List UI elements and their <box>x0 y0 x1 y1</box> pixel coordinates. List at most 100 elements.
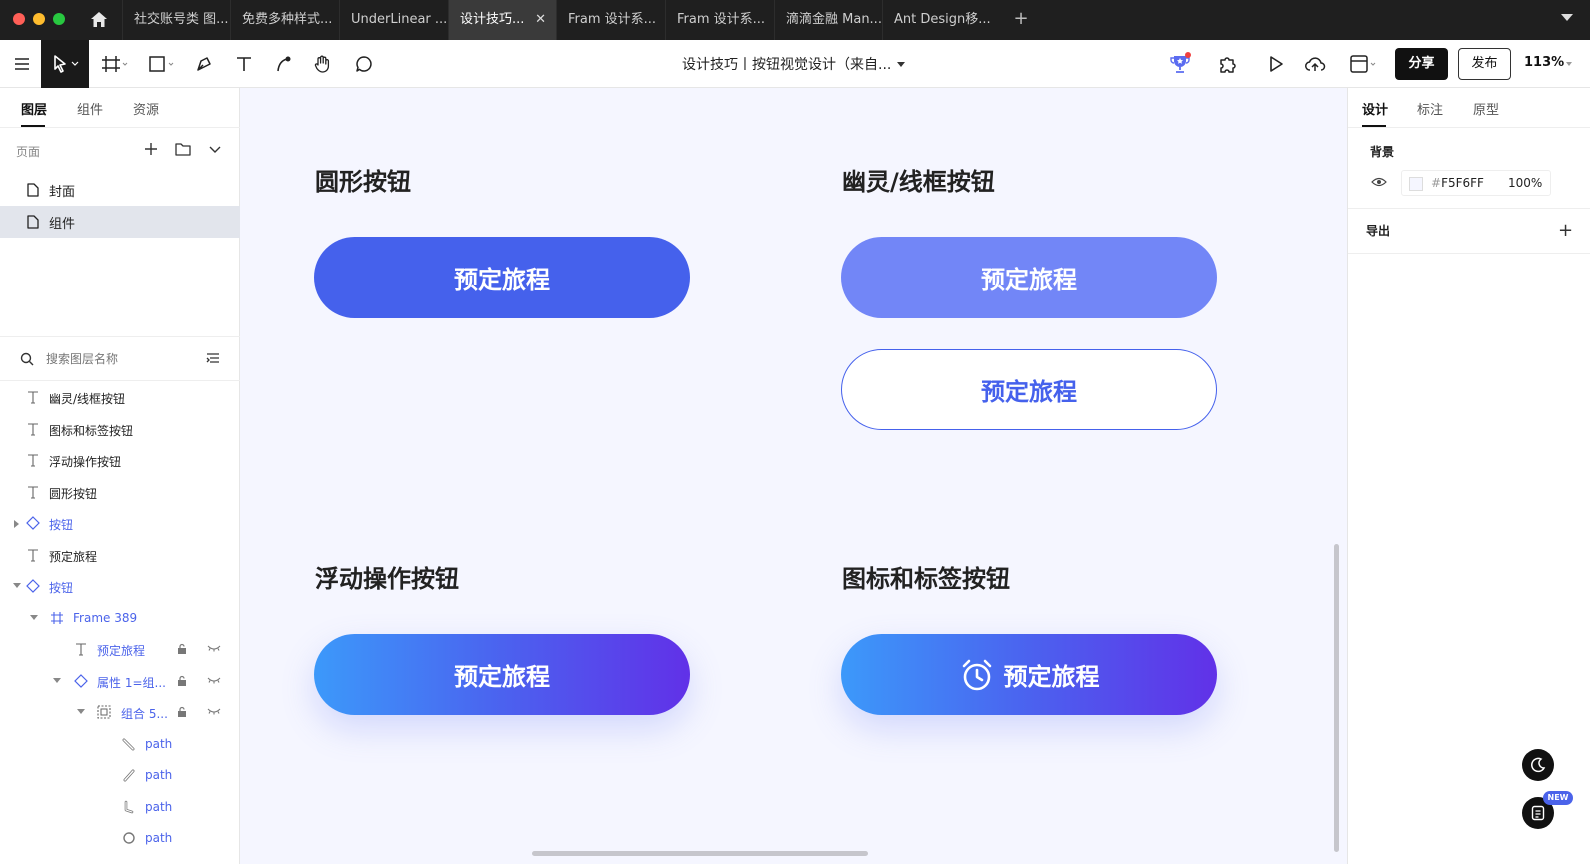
section-title-round[interactable]: 圆形按钮 <box>315 162 411 197</box>
layer-label: path <box>145 737 173 751</box>
tab-5[interactable]: Fram 设计系... <box>665 0 774 40</box>
zoom-level[interactable]: 113% <box>1524 55 1564 70</box>
tab-1[interactable]: 免费多种样式... <box>230 0 339 40</box>
add-export-plus-icon[interactable]: + <box>1558 220 1573 241</box>
pen-tool-icon[interactable] <box>192 40 216 88</box>
layer-row[interactable]: 预定旅程 <box>0 539 240 571</box>
section-title-icon-label[interactable]: 图标和标签按钮 <box>842 559 1010 594</box>
icon-label-button[interactable]: 预定旅程 <box>841 634 1217 715</box>
ghost-filled-button[interactable]: 预定旅程 <box>841 237 1217 318</box>
design-canvas[interactable]: 圆形按钮 预定旅程 幽灵/线框按钮 预定旅程 预定旅程 浮动操作按钮 预定旅程 … <box>240 88 1347 864</box>
hand-tool-icon[interactable] <box>311 40 335 88</box>
tab-layers[interactable]: 图层 <box>21 99 47 118</box>
visibility-hidden-icon[interactable] <box>207 676 221 684</box>
collapse-arrow-icon[interactable] <box>13 583 21 588</box>
share-button[interactable]: 分享 <box>1395 48 1448 80</box>
layer-row-component[interactable]: 属性 1=组... <box>0 665 240 697</box>
path-icon <box>124 800 134 814</box>
page-item-cover[interactable]: 封面 <box>0 174 240 206</box>
play-preview-icon[interactable] <box>1262 40 1290 88</box>
collapse-arrow-icon[interactable] <box>30 615 38 620</box>
tab-7[interactable]: Ant Design移... <box>882 0 990 40</box>
opacity-value[interactable]: 100% <box>1508 176 1542 190</box>
tab-annotate[interactable]: 标注 <box>1417 99 1443 118</box>
background-heading: 背景 <box>1370 145 1395 159</box>
collapse-arrow-icon[interactable] <box>77 709 85 714</box>
tab-6[interactable]: 滴滴金融 Man... <box>774 0 882 40</box>
folder-icon[interactable] <box>174 140 192 158</box>
text-tool-icon[interactable] <box>232 40 256 88</box>
maximize-window-button[interactable] <box>53 13 65 25</box>
layer-row[interactable]: 图标和标签按钮 <box>0 413 240 445</box>
add-page-plus-icon[interactable] <box>142 140 160 158</box>
floating-action-button[interactable]: 预定旅程 <box>314 634 690 715</box>
document-menu-chevron-down-icon[interactable] <box>897 62 905 67</box>
minimize-window-button[interactable] <box>33 13 45 25</box>
tab-prototype[interactable]: 原型 <box>1473 99 1499 118</box>
trophy-icon[interactable] <box>1166 40 1194 88</box>
expand-arrow-icon[interactable] <box>14 520 19 528</box>
horizontal-scrollbar[interactable] <box>532 851 868 856</box>
layer-row[interactable]: 预定旅程 <box>0 633 240 665</box>
plugin-puzzle-icon[interactable] <box>1214 40 1242 88</box>
layer-row-path[interactable]: path <box>0 791 240 823</box>
round-button[interactable]: 预定旅程 <box>314 237 690 318</box>
collapse-arrow-icon[interactable] <box>53 678 61 683</box>
layer-row-component[interactable]: 按钮 <box>0 570 240 602</box>
tab-4[interactable]: Fram 设计系... <box>556 0 665 40</box>
vertical-scrollbar[interactable] <box>1334 544 1339 852</box>
tab-assets[interactable]: 资源 <box>133 99 159 118</box>
collapse-pages-chevron-down-icon[interactable] <box>206 140 224 158</box>
layer-row[interactable]: 圆形按钮 <box>0 476 240 508</box>
layer-row-group[interactable]: 组合 5... <box>0 696 240 728</box>
zoom-chevron-down-icon[interactable] <box>1566 62 1572 66</box>
layer-row[interactable]: 浮动操作按钮 <box>0 444 240 476</box>
comment-tool-icon[interactable] <box>352 40 376 88</box>
layer-label: 幽灵/线框按钮 <box>49 392 126 406</box>
divider <box>1348 127 1590 128</box>
cloud-upload-icon[interactable] <box>1301 40 1329 88</box>
page-item-components[interactable]: 组件 <box>0 206 240 238</box>
tab-0[interactable]: 社交账号类 图... <box>122 0 230 40</box>
tab-components[interactable]: 组件 <box>77 99 103 118</box>
layout-panel-icon[interactable] <box>1346 40 1382 88</box>
tabs-dropdown-icon[interactable] <box>1561 14 1573 21</box>
connector-tool-icon[interactable] <box>272 40 296 88</box>
tab-3[interactable]: 设计技巧... ✕ <box>448 0 556 40</box>
lock-icon[interactable] <box>177 643 187 655</box>
lock-icon[interactable] <box>177 706 187 718</box>
menu-icon[interactable] <box>8 40 36 88</box>
ghost-outline-button[interactable]: 预定旅程 <box>841 349 1217 430</box>
lock-icon[interactable] <box>177 675 187 687</box>
publish-button[interactable]: 发布 <box>1458 48 1511 80</box>
shape-tool-icon[interactable] <box>144 40 180 88</box>
close-window-button[interactable] <box>13 13 25 25</box>
layer-row-frame[interactable]: Frame 389 <box>0 602 240 634</box>
layer-row-component[interactable]: 按钮 <box>0 507 240 539</box>
tab-2[interactable]: UnderLinear ... <box>339 0 448 40</box>
visibility-eye-icon[interactable] <box>1371 177 1387 187</box>
hex-text: F5F6FF <box>1441 176 1484 190</box>
color-swatch[interactable] <box>1409 177 1423 191</box>
tab-close-icon[interactable]: ✕ <box>535 0 546 40</box>
button-label: 预定旅程 <box>981 266 1077 294</box>
home-icon[interactable] <box>89 10 109 30</box>
move-tool-icon[interactable] <box>41 40 89 88</box>
visibility-hidden-icon[interactable] <box>207 707 221 715</box>
layer-row-path[interactable]: path <box>0 822 240 854</box>
filter-icon[interactable] <box>206 352 220 366</box>
layer-row[interactable]: 幽灵/线框按钮 <box>0 381 240 413</box>
layer-row-path[interactable]: path <box>0 728 240 760</box>
frame-tool-icon[interactable] <box>98 40 132 88</box>
visibility-hidden-icon[interactable] <box>207 644 221 652</box>
dark-mode-moon-icon[interactable] <box>1522 749 1554 781</box>
tab-design[interactable]: 设计 <box>1362 99 1388 118</box>
section-title-ghost[interactable]: 幽灵/线框按钮 <box>842 162 995 197</box>
background-color-field[interactable]: #F5F6FF 100% <box>1401 170 1551 196</box>
new-tab-plus-icon[interactable]: + <box>1010 8 1032 30</box>
section-title-fab[interactable]: 浮动操作按钮 <box>315 559 459 594</box>
search-layers-input[interactable] <box>46 349 196 369</box>
hex-value[interactable]: #F5F6FF <box>1431 176 1484 190</box>
layer-row-path[interactable]: path <box>0 759 240 791</box>
document-title[interactable]: 设计技巧丨按钮视觉设计（来自... <box>682 54 891 74</box>
